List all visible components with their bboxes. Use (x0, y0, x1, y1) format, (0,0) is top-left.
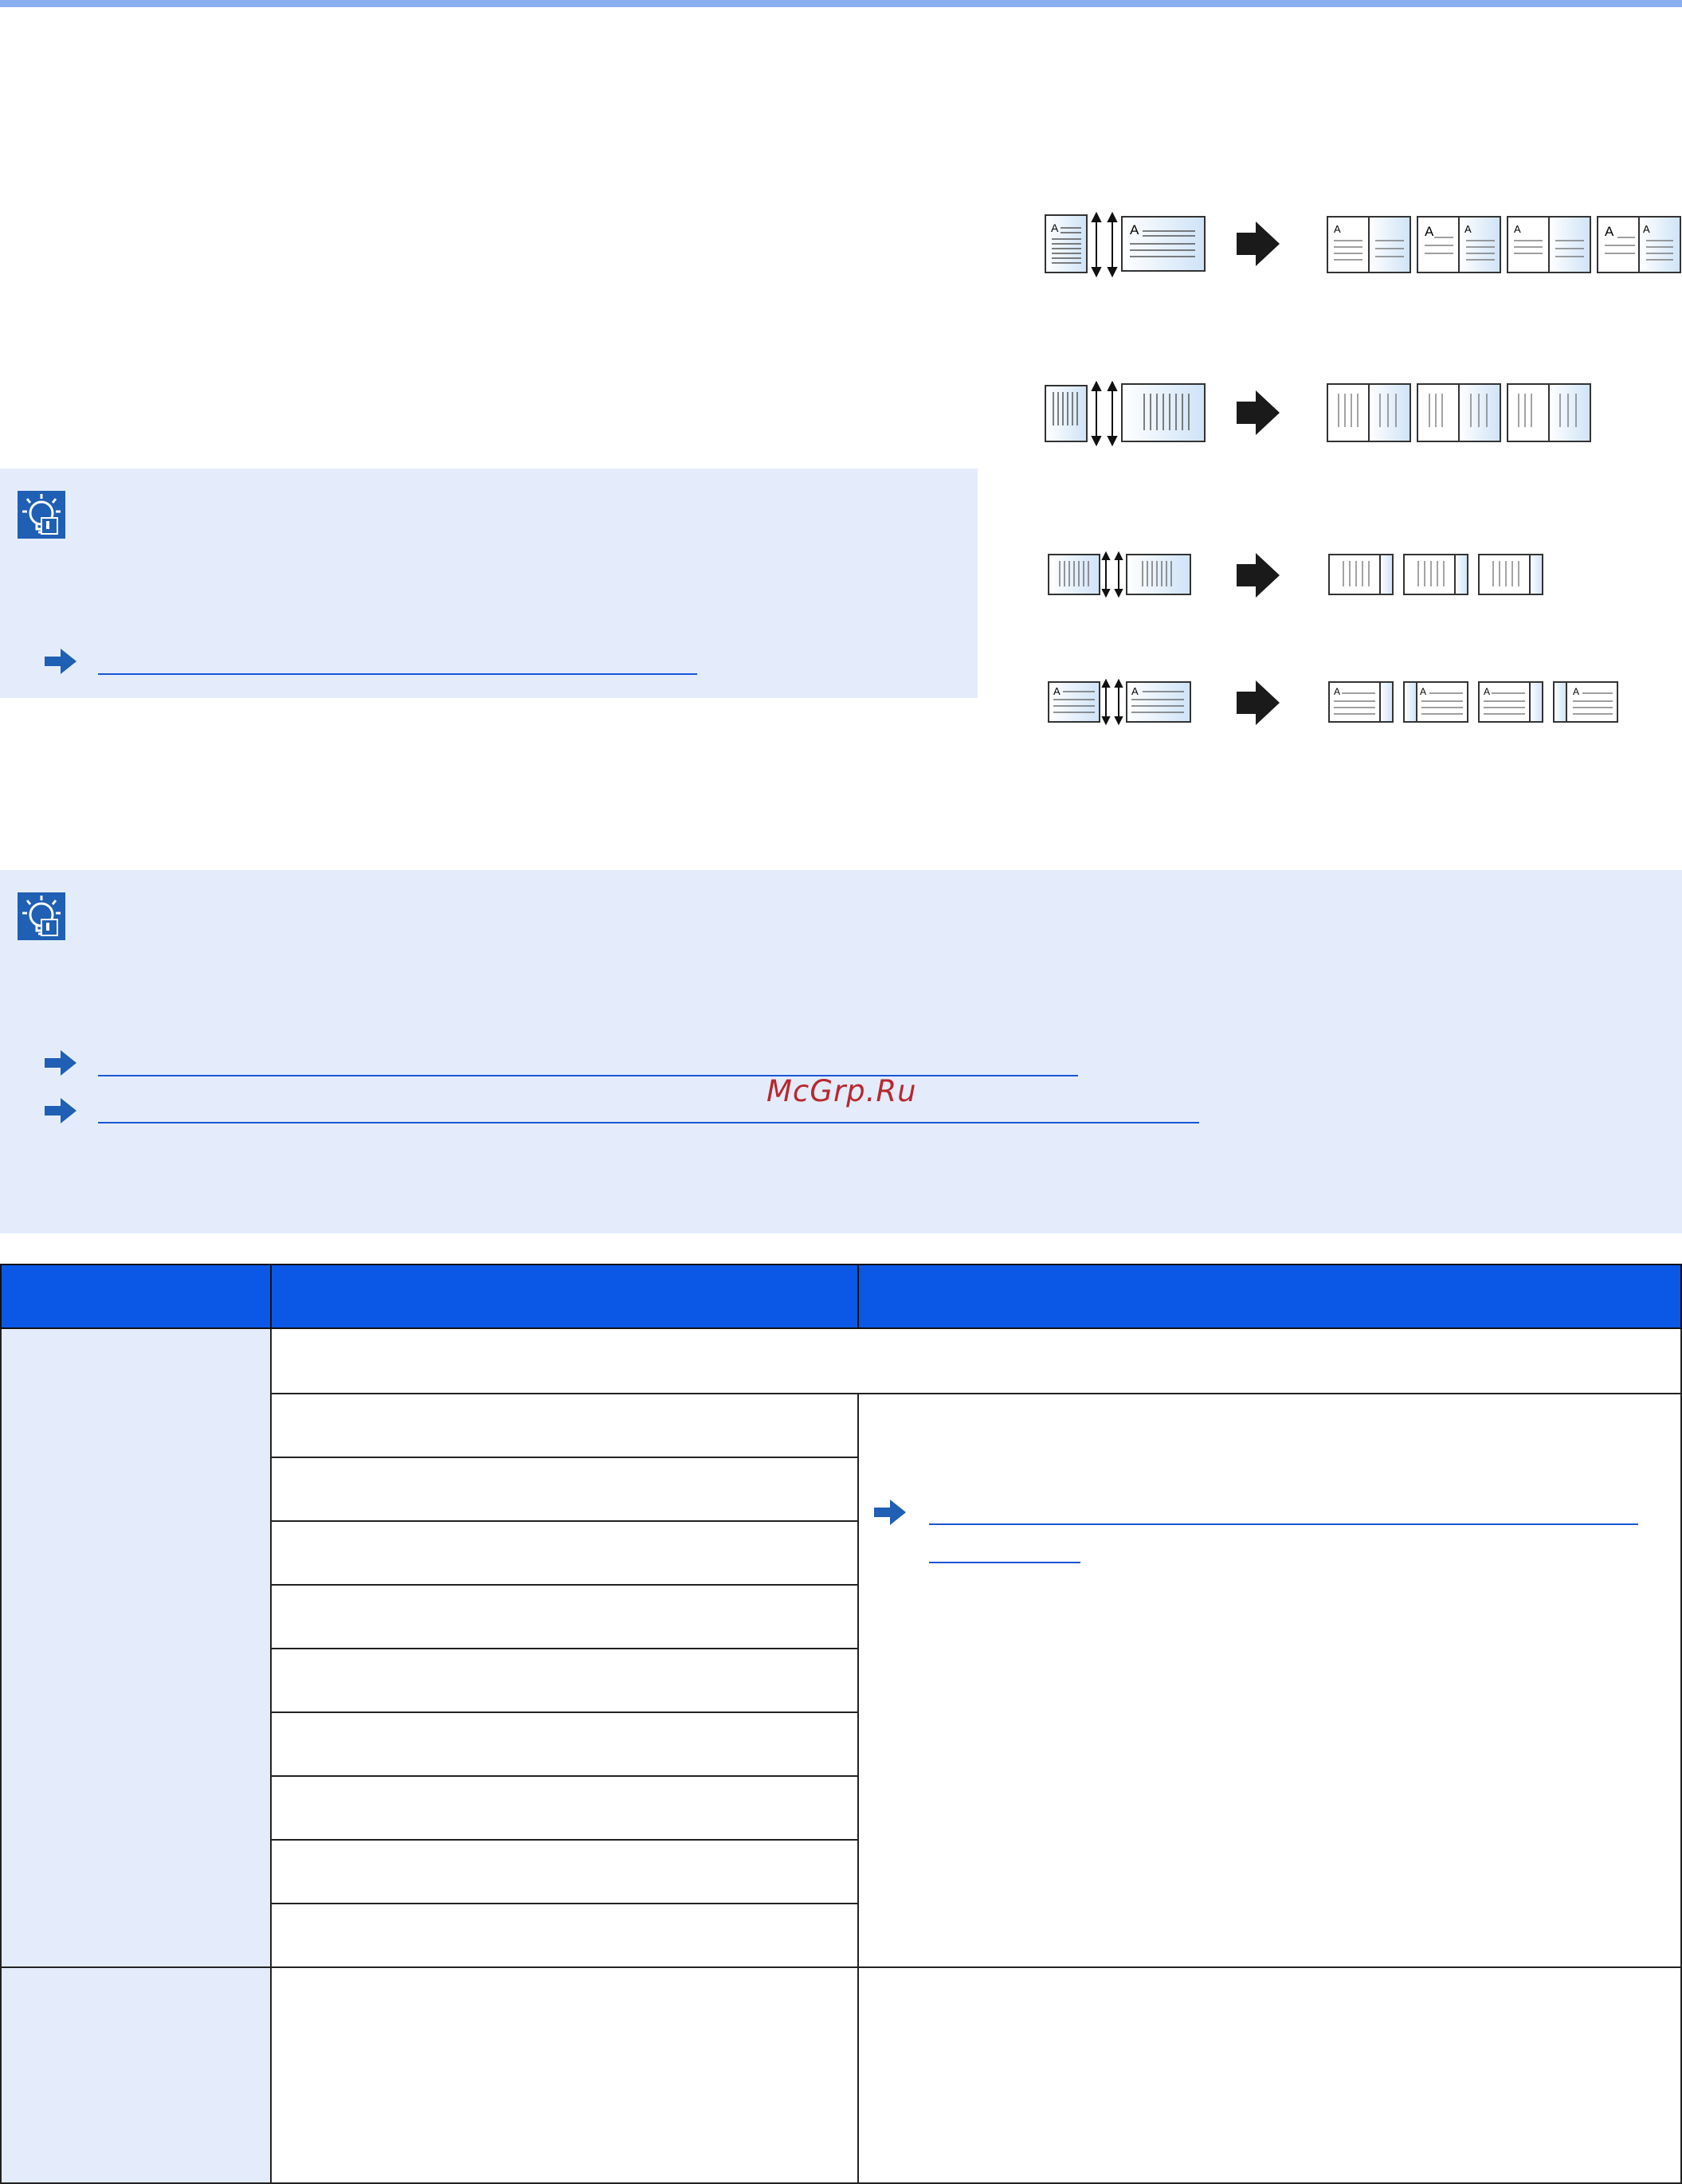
watermark: McGrp.Ru (767, 1074, 917, 1108)
reference-link[interactable] (929, 1562, 1080, 1563)
table-row-label (0, 1329, 270, 1967)
table-row (272, 1458, 857, 1520)
table-row (272, 1713, 857, 1775)
table-row (272, 1522, 857, 1584)
svg-text:A: A (1334, 686, 1340, 697)
svg-text:A: A (1053, 685, 1061, 697)
table-row (272, 1841, 857, 1903)
svg-text:A: A (1051, 222, 1059, 234)
diagram-portrait-originals: A A AAA AAA (1045, 211, 1681, 278)
reference-link[interactable] (98, 673, 697, 675)
svg-text:A: A (1334, 223, 1341, 235)
svg-text:A: A (1131, 685, 1139, 697)
table-row (272, 1586, 857, 1648)
svg-text:A: A (1130, 222, 1139, 237)
svg-text:A: A (1484, 686, 1490, 697)
table-row (272, 1394, 857, 1457)
lightbulb-icon (18, 491, 65, 539)
table-header-item (0, 1264, 272, 1329)
note-panel (0, 469, 978, 698)
svg-text:A: A (1605, 224, 1614, 239)
table-row (272, 1649, 857, 1712)
svg-text:A: A (1514, 223, 1521, 235)
svg-text:A: A (1643, 223, 1650, 235)
top-rule (0, 0, 1682, 7)
svg-text:A: A (1425, 224, 1434, 239)
table-row (272, 1777, 857, 1839)
note-panel (0, 870, 1682, 1233)
reference-link[interactable] (98, 1122, 1199, 1123)
arrow-right-icon (45, 649, 76, 674)
table-header-value (270, 1264, 859, 1329)
reference-link[interactable] (929, 1523, 1638, 1525)
lightbulb-icon (18, 892, 65, 940)
arrow-right-icon (45, 1098, 76, 1123)
diagram-landscape-originals (1045, 380, 1591, 447)
arrow-right-icon (45, 1050, 76, 1076)
diagram-arrow-icon (1237, 222, 1280, 266)
diagram-small-portrait: A A AAAA (1048, 678, 1618, 726)
diagram-small-landscape (1048, 551, 1543, 598)
settings-table (0, 1264, 1682, 2184)
table-row (272, 1904, 857, 1966)
table-row-label (0, 1967, 270, 2184)
svg-text:A: A (1464, 223, 1472, 235)
svg-text:A: A (1420, 686, 1426, 697)
svg-text:A: A (1573, 686, 1579, 697)
table-header-description (857, 1264, 1682, 1329)
arrow-right-icon (874, 1500, 906, 1525)
